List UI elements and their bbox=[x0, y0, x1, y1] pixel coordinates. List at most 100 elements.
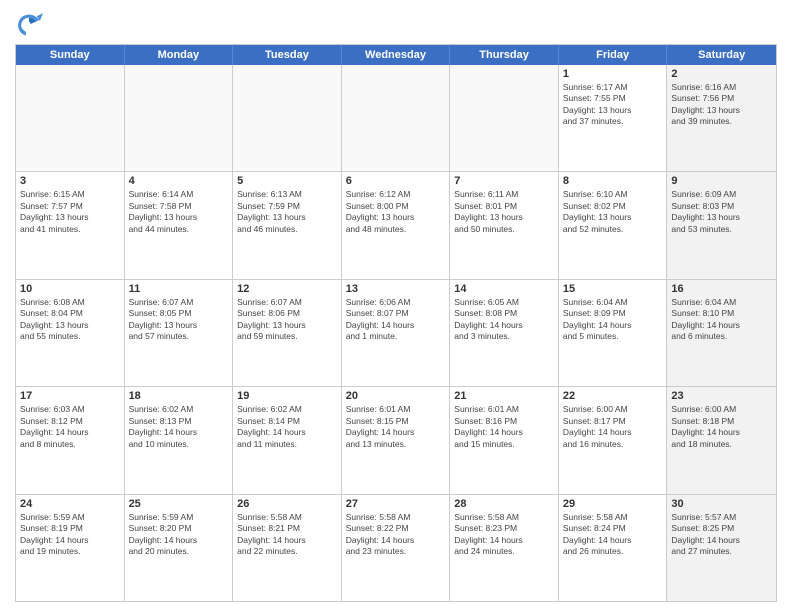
day-cell: 26 Sunrise: 5:58 AM Sunset: 8:21 PM Dayli… bbox=[233, 495, 342, 601]
day-cell: 17 Sunrise: 6:03 AM Sunset: 8:12 PM Dayli… bbox=[16, 387, 125, 493]
day-number: 17 bbox=[20, 390, 120, 402]
weekday-header: Friday bbox=[559, 45, 668, 65]
day-detail: Sunrise: 6:06 AM Sunset: 8:07 PM Dayligh… bbox=[346, 297, 446, 343]
day-number: 29 bbox=[563, 498, 663, 510]
day-detail: Sunrise: 5:57 AM Sunset: 8:25 PM Dayligh… bbox=[671, 512, 772, 558]
day-detail: Sunrise: 5:59 AM Sunset: 8:19 PM Dayligh… bbox=[20, 512, 120, 558]
day-detail: Sunrise: 5:58 AM Sunset: 8:22 PM Dayligh… bbox=[346, 512, 446, 558]
day-cell: 4 Sunrise: 6:14 AM Sunset: 7:58 PM Daylig… bbox=[125, 172, 234, 278]
day-number: 22 bbox=[563, 390, 663, 402]
day-cell: 28 Sunrise: 5:58 AM Sunset: 8:23 PM Dayli… bbox=[450, 495, 559, 601]
day-cell: 9 Sunrise: 6:09 AM Sunset: 8:03 PM Daylig… bbox=[667, 172, 776, 278]
day-number: 26 bbox=[237, 498, 337, 510]
day-cell: 16 Sunrise: 6:04 AM Sunset: 8:10 PM Dayli… bbox=[667, 280, 776, 386]
day-number: 6 bbox=[346, 175, 446, 187]
day-number: 1 bbox=[563, 68, 663, 80]
day-detail: Sunrise: 6:01 AM Sunset: 8:15 PM Dayligh… bbox=[346, 404, 446, 450]
day-detail: Sunrise: 6:04 AM Sunset: 8:10 PM Dayligh… bbox=[671, 297, 772, 343]
day-number: 25 bbox=[129, 498, 229, 510]
day-number: 23 bbox=[671, 390, 772, 402]
day-number: 15 bbox=[563, 283, 663, 295]
day-number: 28 bbox=[454, 498, 554, 510]
day-cell: 13 Sunrise: 6:06 AM Sunset: 8:07 PM Dayli… bbox=[342, 280, 451, 386]
day-number: 30 bbox=[671, 498, 772, 510]
day-detail: Sunrise: 6:17 AM Sunset: 7:55 PM Dayligh… bbox=[563, 82, 663, 128]
day-detail: Sunrise: 5:58 AM Sunset: 8:23 PM Dayligh… bbox=[454, 512, 554, 558]
day-detail: Sunrise: 6:01 AM Sunset: 8:16 PM Dayligh… bbox=[454, 404, 554, 450]
day-detail: Sunrise: 6:14 AM Sunset: 7:58 PM Dayligh… bbox=[129, 189, 229, 235]
day-cell: 7 Sunrise: 6:11 AM Sunset: 8:01 PM Daylig… bbox=[450, 172, 559, 278]
day-cell: 20Sunrise: 6:01 AM Sunset: 8:15 PM Dayli… bbox=[342, 387, 451, 493]
day-detail: Sunrise: 6:11 AM Sunset: 8:01 PM Dayligh… bbox=[454, 189, 554, 235]
day-detail: Sunrise: 5:59 AM Sunset: 8:20 PM Dayligh… bbox=[129, 512, 229, 558]
weekday-header: Tuesday bbox=[233, 45, 342, 65]
day-detail: Sunrise: 5:58 AM Sunset: 8:24 PM Dayligh… bbox=[563, 512, 663, 558]
day-detail: Sunrise: 6:03 AM Sunset: 8:12 PM Dayligh… bbox=[20, 404, 120, 450]
day-number: 8 bbox=[563, 175, 663, 187]
day-detail: Sunrise: 6:08 AM Sunset: 8:04 PM Dayligh… bbox=[20, 297, 120, 343]
day-number: 5 bbox=[237, 175, 337, 187]
day-detail: Sunrise: 6:16 AM Sunset: 7:56 PM Dayligh… bbox=[671, 82, 772, 128]
day-detail: Sunrise: 6:00 AM Sunset: 8:18 PM Dayligh… bbox=[671, 404, 772, 450]
day-detail: Sunrise: 6:15 AM Sunset: 7:57 PM Dayligh… bbox=[20, 189, 120, 235]
day-number: 16 bbox=[671, 283, 772, 295]
day-detail: Sunrise: 6:07 AM Sunset: 8:05 PM Dayligh… bbox=[129, 297, 229, 343]
day-cell: 6 Sunrise: 6:12 AM Sunset: 8:00 PM Daylig… bbox=[342, 172, 451, 278]
day-cell: 3Sunrise: 6:15 AM Sunset: 7:57 PM Daylig… bbox=[16, 172, 125, 278]
day-cell: 25 Sunrise: 5:59 AM Sunset: 8:20 PM Dayli… bbox=[125, 495, 234, 601]
day-detail: Sunrise: 6:09 AM Sunset: 8:03 PM Dayligh… bbox=[671, 189, 772, 235]
empty-cell bbox=[233, 65, 342, 171]
day-number: 2 bbox=[671, 68, 772, 80]
day-number: 13 bbox=[346, 283, 446, 295]
day-cell: 29 Sunrise: 5:58 AM Sunset: 8:24 PM Dayli… bbox=[559, 495, 668, 601]
day-cell: 5Sunrise: 6:13 AM Sunset: 7:59 PM Daylig… bbox=[233, 172, 342, 278]
empty-cell bbox=[450, 65, 559, 171]
day-number: 9 bbox=[671, 175, 772, 187]
day-cell: 12 Sunrise: 6:07 AM Sunset: 8:06 PM Dayli… bbox=[233, 280, 342, 386]
day-detail: Sunrise: 6:04 AM Sunset: 8:09 PM Dayligh… bbox=[563, 297, 663, 343]
day-number: 11 bbox=[129, 283, 229, 295]
day-number: 12 bbox=[237, 283, 337, 295]
day-cell: 15 Sunrise: 6:04 AM Sunset: 8:09 PM Dayli… bbox=[559, 280, 668, 386]
day-number: 10 bbox=[20, 283, 120, 295]
day-number: 7 bbox=[454, 175, 554, 187]
calendar-header: SundayMondayTuesdayWednesdayThursdayFrid… bbox=[16, 45, 776, 65]
calendar-body: 1 Sunrise: 6:17 AM Sunset: 7:55 PM Daylig… bbox=[16, 65, 776, 601]
day-detail: Sunrise: 6:02 AM Sunset: 8:13 PM Dayligh… bbox=[129, 404, 229, 450]
logo bbox=[15, 10, 47, 38]
day-detail: Sunrise: 6:10 AM Sunset: 8:02 PM Dayligh… bbox=[563, 189, 663, 235]
empty-cell bbox=[16, 65, 125, 171]
calendar-row: 24 Sunrise: 5:59 AM Sunset: 8:19 PM Dayli… bbox=[16, 494, 776, 601]
day-number: 18 bbox=[129, 390, 229, 402]
day-detail: Sunrise: 6:07 AM Sunset: 8:06 PM Dayligh… bbox=[237, 297, 337, 343]
day-number: 19 bbox=[237, 390, 337, 402]
header bbox=[15, 10, 777, 38]
page: SundayMondayTuesdayWednesdayThursdayFrid… bbox=[0, 0, 792, 612]
day-cell: 22Sunrise: 6:00 AM Sunset: 8:17 PM Dayli… bbox=[559, 387, 668, 493]
day-cell: 27Sunrise: 5:58 AM Sunset: 8:22 PM Dayli… bbox=[342, 495, 451, 601]
weekday-header: Monday bbox=[125, 45, 234, 65]
day-cell: 23 Sunrise: 6:00 AM Sunset: 8:18 PM Dayli… bbox=[667, 387, 776, 493]
day-cell: 21 Sunrise: 6:01 AM Sunset: 8:16 PM Dayli… bbox=[450, 387, 559, 493]
day-cell: 14Sunrise: 6:05 AM Sunset: 8:08 PM Dayli… bbox=[450, 280, 559, 386]
day-cell: 30 Sunrise: 5:57 AM Sunset: 8:25 PM Dayli… bbox=[667, 495, 776, 601]
day-number: 24 bbox=[20, 498, 120, 510]
day-cell: 11 Sunrise: 6:07 AM Sunset: 8:05 PM Dayli… bbox=[125, 280, 234, 386]
day-number: 4 bbox=[129, 175, 229, 187]
day-detail: Sunrise: 6:02 AM Sunset: 8:14 PM Dayligh… bbox=[237, 404, 337, 450]
weekday-header: Thursday bbox=[450, 45, 559, 65]
empty-cell bbox=[125, 65, 234, 171]
calendar-row: 10 Sunrise: 6:08 AM Sunset: 8:04 PM Dayli… bbox=[16, 279, 776, 386]
empty-cell bbox=[342, 65, 451, 171]
day-detail: Sunrise: 6:12 AM Sunset: 8:00 PM Dayligh… bbox=[346, 189, 446, 235]
day-detail: Sunrise: 5:58 AM Sunset: 8:21 PM Dayligh… bbox=[237, 512, 337, 558]
day-number: 21 bbox=[454, 390, 554, 402]
day-cell: 24 Sunrise: 5:59 AM Sunset: 8:19 PM Dayli… bbox=[16, 495, 125, 601]
logo-icon bbox=[15, 10, 43, 38]
day-cell: 2 Sunrise: 6:16 AM Sunset: 7:56 PM Daylig… bbox=[667, 65, 776, 171]
day-cell: 10 Sunrise: 6:08 AM Sunset: 8:04 PM Dayli… bbox=[16, 280, 125, 386]
day-cell: 19 Sunrise: 6:02 AM Sunset: 8:14 PM Dayli… bbox=[233, 387, 342, 493]
calendar-row: 3Sunrise: 6:15 AM Sunset: 7:57 PM Daylig… bbox=[16, 171, 776, 278]
day-cell: 18 Sunrise: 6:02 AM Sunset: 8:13 PM Dayli… bbox=[125, 387, 234, 493]
day-cell: 8 Sunrise: 6:10 AM Sunset: 8:02 PM Daylig… bbox=[559, 172, 668, 278]
